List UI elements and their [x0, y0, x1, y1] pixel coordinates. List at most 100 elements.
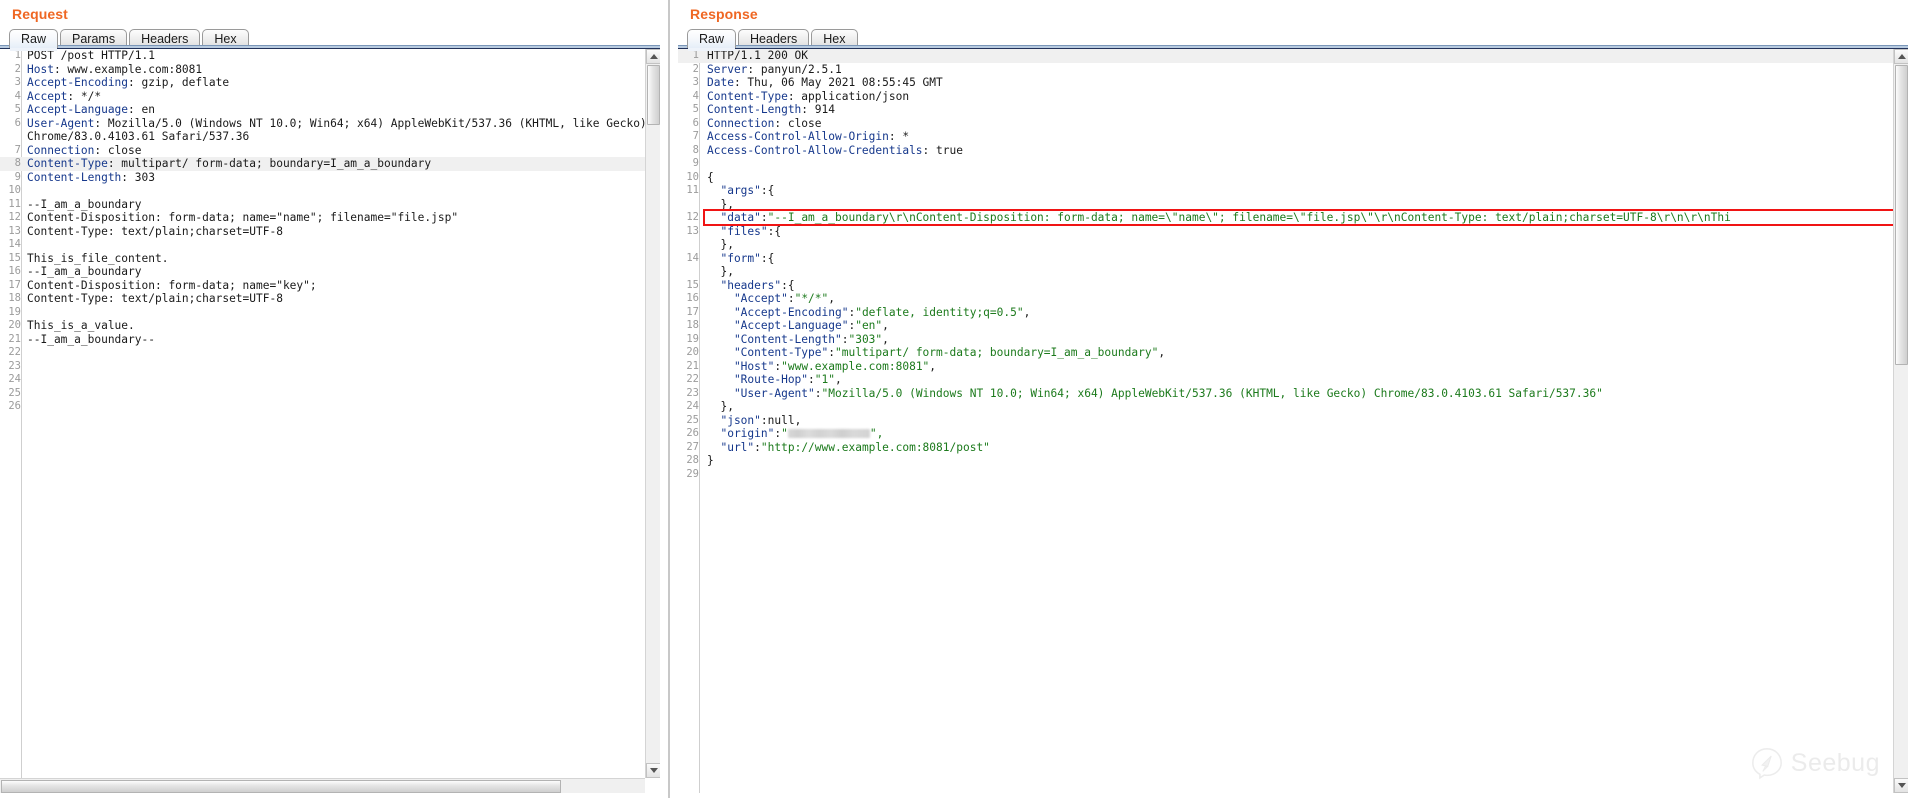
scroll-up-arrow-icon[interactable]: [1894, 49, 1908, 64]
code-line: 21 --I_am_a_boundary--: [0, 333, 645, 347]
line-number: 15: [0, 252, 21, 266]
request-panel-title: Request: [0, 0, 660, 26]
response-vertical-scrollbar[interactable]: [1893, 49, 1908, 793]
code-line: 6 Connection: close: [678, 117, 1893, 131]
code-line: 4 Accept: */*: [0, 90, 645, 104]
line-text: "url":"http://www.example.com:8081/post": [707, 441, 990, 455]
line-text: Server: panyun/2.5.1: [707, 63, 842, 77]
line-number: 2: [0, 63, 21, 77]
code-line: 25: [0, 387, 645, 401]
line-text: "User-Agent":"Mozilla/5.0 (Windows NT 10…: [707, 387, 1603, 401]
response-tab-raw[interactable]: Raw: [687, 29, 736, 48]
response-panel: Response Raw Headers Hex 1HTTP/1.1 200 O…: [678, 0, 1908, 798]
line-text: Content-Length: 303: [27, 171, 155, 185]
code-line: 11--I_am_a_boundary: [0, 198, 645, 212]
line-number: 7: [678, 130, 699, 144]
code-line: 2Server: panyun/2.5.1: [678, 63, 1893, 77]
line-text: "Content-Length":"303",: [707, 333, 889, 347]
line-number: 1: [678, 49, 699, 63]
line-number: 15: [678, 279, 699, 293]
code-line: 26: [0, 400, 645, 414]
line-text: --I_am_a_boundary: [27, 265, 142, 279]
line-number: 18: [678, 319, 699, 333]
request-code-lines: 1 POST /post HTTP/1.12Host: www.example.c…: [0, 49, 645, 778]
line-number: 5: [678, 103, 699, 117]
line-number: 22: [678, 373, 699, 387]
code-line: 8Access-Control-Allow-Credentials: true: [678, 144, 1893, 158]
line-number: 9: [678, 157, 699, 171]
code-line: 13 "files":{ },: [678, 225, 1893, 252]
scroll-down-arrow-icon[interactable]: [1894, 778, 1908, 793]
code-line: 11 "args":{ },: [678, 184, 1893, 211]
line-number: 20: [678, 346, 699, 360]
line-number: 4: [0, 90, 21, 104]
line-text: Accept-Encoding: gzip, deflate: [27, 76, 229, 90]
line-text: Connection: close: [707, 117, 822, 131]
code-line: 22: [0, 346, 645, 360]
line-number: 6: [678, 117, 699, 131]
line-number: 18: [0, 292, 21, 306]
code-line: 16 --I_am_a_boundary: [0, 265, 645, 279]
response-code-lines: 1HTTP/1.1 200 OK2Server: panyun/2.5.13Da…: [678, 49, 1893, 793]
line-text: "json":null,: [707, 414, 801, 428]
line-text: Accept-Language: en: [27, 103, 155, 117]
line-number: 26: [678, 427, 699, 441]
code-line: 4Content-Type: application/json: [678, 90, 1893, 104]
line-number: 25: [678, 414, 699, 428]
line-number: 12: [0, 211, 21, 225]
code-line: 18Content-Type: text/plain;charset=UTF-8: [0, 292, 645, 306]
code-line: 29: [678, 468, 1893, 482]
line-text: Content-Disposition: form-data; name="na…: [27, 211, 458, 225]
code-line: 25 "json":null,: [678, 414, 1893, 428]
line-text: "Accept":"*/*",: [707, 292, 835, 306]
response-vscroll-thumb[interactable]: [1895, 65, 1908, 365]
request-horizontal-scrollbar[interactable]: [0, 778, 645, 793]
request-tab-raw[interactable]: Raw: [9, 29, 58, 48]
line-text: Connection: close: [27, 144, 142, 158]
request-hscroll-thumb[interactable]: [1, 780, 561, 793]
line-text: "form":{ },: [707, 252, 774, 279]
line-text: --I_am_a_boundary--: [27, 333, 155, 347]
code-line: 14 "form":{ },: [678, 252, 1893, 279]
response-code-area[interactable]: 1HTTP/1.1 200 OK2Server: panyun/2.5.13Da…: [678, 49, 1893, 793]
line-number: 16: [678, 292, 699, 306]
code-line: 24: [0, 373, 645, 387]
line-text: Content-Type: multipart/ form-data; boun…: [27, 157, 431, 171]
code-line: 2Host: www.example.com:8081: [0, 63, 645, 77]
request-code-area[interactable]: 1 POST /post HTTP/1.12Host: www.example.c…: [0, 49, 645, 778]
line-text: "Route-Hop":"1",: [707, 373, 842, 387]
request-vertical-scrollbar[interactable]: [645, 49, 660, 778]
line-text: POST /post HTTP/1.1: [27, 49, 155, 63]
line-number: 24: [0, 373, 21, 387]
scroll-down-arrow-icon[interactable]: [646, 763, 660, 778]
line-number: 5: [0, 103, 21, 117]
line-number: 9: [0, 171, 21, 185]
request-tabstrip: Raw Params Headers Hex: [0, 26, 660, 48]
code-line: 5Content-Length: 914: [678, 103, 1893, 117]
line-number: 1: [0, 49, 21, 63]
line-number: 21: [678, 360, 699, 374]
panel-splitter[interactable]: [660, 0, 678, 798]
scroll-up-arrow-icon[interactable]: [646, 49, 660, 64]
line-text: }: [707, 454, 714, 468]
line-text: Accept: */*: [27, 90, 101, 104]
line-number: 19: [0, 306, 21, 320]
code-line: 23: [0, 360, 645, 374]
code-line: 10{: [678, 171, 1893, 185]
line-number: 12: [678, 211, 699, 225]
line-number: 21: [0, 333, 21, 347]
line-text: "args":{ },: [707, 184, 774, 211]
code-line: 14: [0, 238, 645, 252]
request-vscroll-thumb[interactable]: [647, 65, 660, 125]
line-number: 19: [678, 333, 699, 347]
line-number: 16: [0, 265, 21, 279]
code-line: 15This_is_file_content.: [0, 252, 645, 266]
line-text: HTTP/1.1 200 OK: [707, 49, 808, 63]
line-number: 17: [678, 306, 699, 320]
code-line: 18 "Accept-Language":"en",: [678, 319, 1893, 333]
code-line: 12 "data":"--I_am_a_boundary\r\nContent-…: [678, 211, 1893, 225]
line-text: This_is_a_value.: [27, 319, 135, 333]
line-number: 17: [0, 279, 21, 293]
line-number: 25: [0, 387, 21, 401]
code-line: 28}: [678, 454, 1893, 468]
